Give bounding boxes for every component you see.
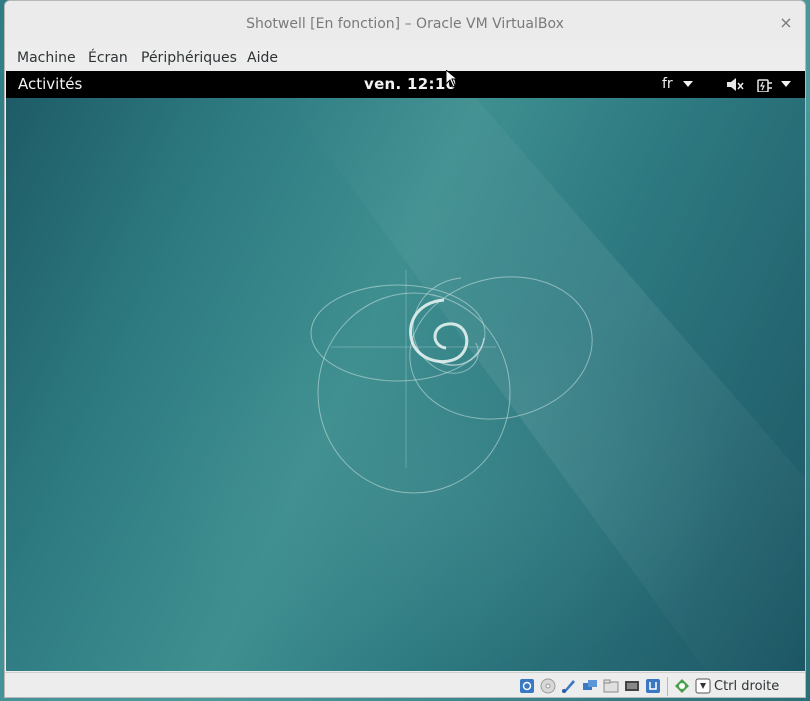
status-bar: Ctrl droite [5,672,805,697]
chevron-down-icon [683,81,694,87]
shared-folder-icon[interactable] [603,678,619,694]
activities-button[interactable]: Activités [18,75,82,93]
optical-drive-icon[interactable] [540,678,556,694]
menu-machine[interactable]: Machine [17,50,76,66]
menu-bar: Machine Écran Périphériques Aide [5,47,805,71]
host-key-label: Ctrl droite [714,679,780,694]
volume-muted-icon[interactable] [726,77,744,92]
hard-disk-icon[interactable] [519,678,535,694]
status-separator [667,677,668,696]
video-capture-icon[interactable] [645,678,661,694]
mouse-cursor-icon [446,70,458,88]
power-menu-icon[interactable] [756,77,776,92]
chevron-down-icon[interactable] [781,81,791,96]
guest-screen[interactable]: Activités ven. 12:10 fr [6,71,805,671]
menu-ecran[interactable]: Écran [88,50,128,66]
keyboard-capture-icon[interactable] [695,678,711,694]
mouse-integration-icon[interactable] [674,678,690,694]
title-bar[interactable]: Shotwell [En fonction] – Oracle VM Virtu… [5,1,805,48]
window-title: Shotwell [En fonction] – Oracle VM Virtu… [246,16,564,32]
language-label: fr [662,76,673,92]
virtualbox-window: Shotwell [En fonction] – Oracle VM Virtu… [4,0,806,698]
debian-swirl-wallpaper [286,98,805,671]
display-icon[interactable] [624,678,640,694]
clock[interactable]: ven. 12:10 [364,75,456,93]
menu-aide[interactable]: Aide [247,50,278,66]
close-button[interactable]: × [777,14,795,32]
language-indicator[interactable]: fr [662,76,694,92]
menu-peripheriques[interactable]: Périphériques [141,50,237,66]
gnome-top-bar: Activités ven. 12:10 fr [6,71,805,98]
usb-icon[interactable] [561,678,577,694]
network-icon[interactable] [582,678,598,694]
